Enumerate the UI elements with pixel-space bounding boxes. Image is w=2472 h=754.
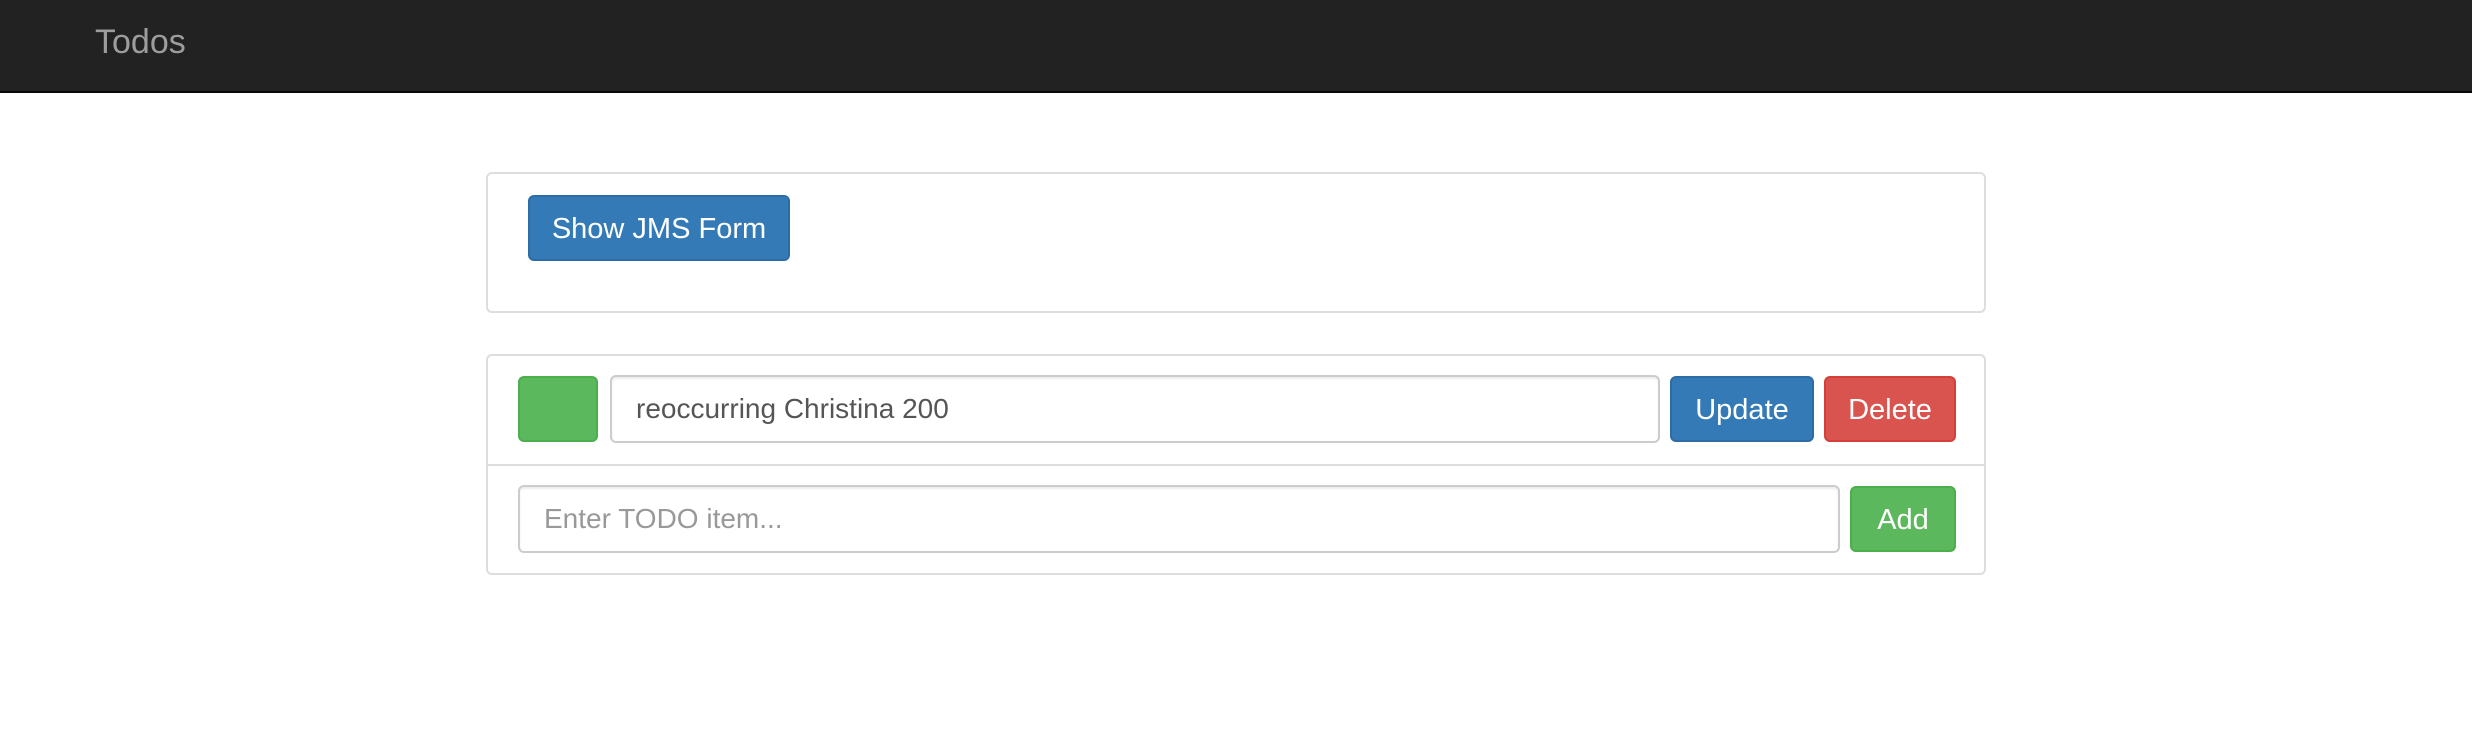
jms-form-panel: Show JMS Form <box>486 172 1986 313</box>
add-button[interactable]: Add <box>1850 486 1956 552</box>
navbar: Todos <box>0 0 2472 93</box>
navbar-brand[interactable]: Todos <box>95 22 186 62</box>
todo-list-panel: Update Delete Add <box>486 354 1986 575</box>
row-divider <box>488 464 1984 466</box>
new-todo-input[interactable] <box>518 485 1840 553</box>
show-jms-form-button[interactable]: Show JMS Form <box>528 195 790 261</box>
delete-button[interactable]: Delete <box>1824 376 1956 442</box>
update-button[interactable]: Update <box>1670 376 1814 442</box>
todo-done-toggle[interactable] <box>518 376 598 442</box>
todo-item-text-input[interactable] <box>610 375 1660 443</box>
